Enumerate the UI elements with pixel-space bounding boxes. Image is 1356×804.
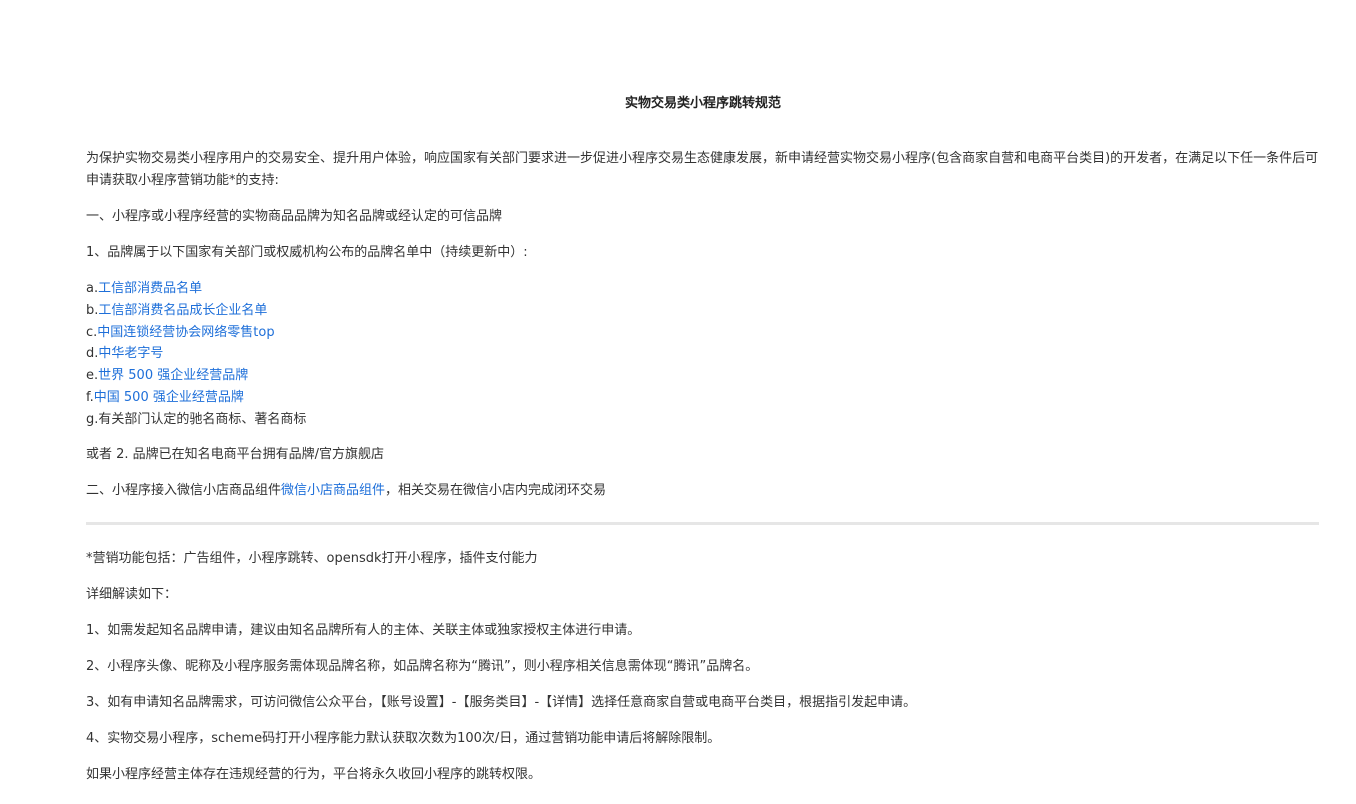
brand-list-link[interactable]: 中国连锁经营协会网络零售top — [97, 325, 274, 340]
document-page: 实物交易类小程序跳转规范 为保护实物交易类小程序用户的交易安全、提升用户体验，响… — [0, 0, 1356, 804]
list-prefix: e. — [86, 368, 99, 384]
detail-item: 2、小程序头像、昵称及小程序服务需体现品牌名称，如品牌名称为“腾讯”，则小程序相… — [86, 659, 759, 674]
detail-item: 4、实物交易小程序，scheme码打开小程序能力默认获取次数为100次/日，通过… — [86, 731, 721, 746]
detail-heading: 详细解读如下： — [86, 587, 178, 602]
brand-list-item: d.中华老字号 — [86, 343, 306, 365]
brand-list-link[interactable]: 中国 500 强企业经营品牌 — [94, 390, 244, 405]
section-2-heading: 二、小程序接入微信小店商品组件微信小店商品组件，相关交易在微信小店内完成闭环交易 — [86, 480, 1322, 502]
wechat-shop-component-link[interactable]: 微信小店商品组件 — [281, 483, 385, 498]
list-prefix: g. — [86, 411, 99, 427]
brand-list-link[interactable]: 工信部消费品名单 — [98, 281, 202, 296]
brand-list-link[interactable]: 世界 500 强企业经营品牌 — [98, 368, 248, 383]
detail-item: 1、如需发起知名品牌申请，建议由知名品牌所有人的主体、关联主体或独家授权主体进行… — [86, 623, 641, 638]
brand-list-item: b.工信部消费名品成长企业名单 — [86, 300, 306, 322]
list-prefix: a. — [86, 281, 99, 296]
section-2-text: 二、小程序接入微信小店商品组件 — [86, 483, 282, 498]
section-1-heading: 一、小程序或小程序经营的实物商品品牌为知名品牌或经认定的可信品牌 — [86, 209, 503, 224]
intro-paragraph: 为保护实物交易类小程序用户的交易安全、提升用户体验，响应国家有关部门要求进一步促… — [86, 151, 1319, 188]
list-prefix: d. — [86, 346, 99, 362]
brand-list-item: c.中国连锁经营协会网络零售top — [86, 322, 306, 344]
brand-list: a.工信部消费品名单 b.工信部消费名品成长企业名单 c.中国连锁经营协会网络零… — [86, 278, 306, 431]
option-2-text: 或者 2. 品牌已在知名电商平台拥有品牌/官方旗舰店 — [86, 447, 385, 462]
list-prefix: b. — [86, 302, 99, 318]
brand-list-item: a.工信部消费品名单 — [86, 278, 306, 300]
brand-list-link[interactable]: 工信部消费名品成长企业名单 — [98, 303, 267, 318]
list-prefix: c. — [86, 324, 98, 340]
marketing-note: *营销功能包括：广告组件，小程序跳转、opensdk打开小程序，插件支付能力 — [86, 551, 538, 566]
divider — [86, 522, 1319, 525]
brand-list-item: f.中国 500 强企业经营品牌 — [86, 387, 306, 409]
brand-list-text: 有关部门认定的驰名商标、著名商标 — [98, 411, 307, 427]
brand-list-item: g.有关部门认定的驰名商标、著名商标 — [86, 409, 306, 431]
list-prefix: f. — [86, 389, 94, 405]
brand-list-link[interactable]: 中华老字号 — [98, 346, 163, 361]
section-2-suffix: ，相关交易在微信小店内完成闭环交易 — [385, 483, 607, 498]
brand-list-heading: 1、品牌属于以下国家有关部门或权威机构公布的品牌名单中（持续更新中）: — [86, 245, 528, 260]
detail-item: 3、如有申请知名品牌需求，可访问微信公众平台，【账号设置】-【服务类目】-【详情… — [86, 695, 917, 710]
brand-list-item: e.世界 500 强企业经营品牌 — [86, 365, 306, 387]
page-title: 实物交易类小程序跳转规范 — [624, 96, 781, 111]
footer-note: 如果小程序经营主体存在违规经营的行为，平台将永久收回小程序的跳转权限。 — [86, 767, 542, 782]
